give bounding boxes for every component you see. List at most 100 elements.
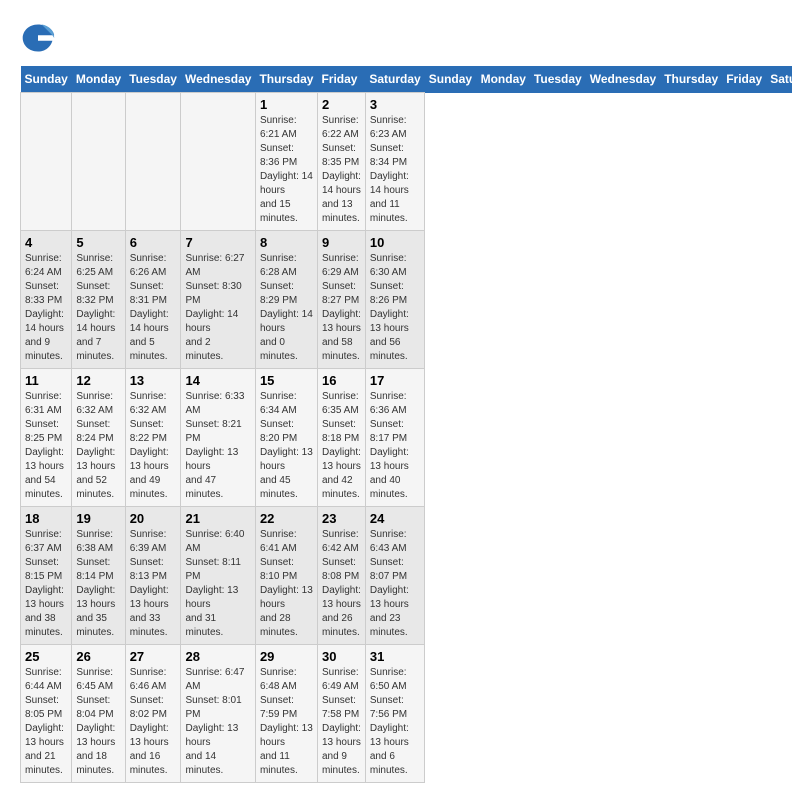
day-info: Sunrise: 6:32 AM Sunset: 8:24 PM Dayligh… xyxy=(76,390,120,502)
day-info: Sunrise: 6:44 AM Sunset: 8:05 PM Dayligh… xyxy=(25,666,67,778)
calendar-table: SundayMondayTuesdayWednesdayThursdayFrid… xyxy=(20,66,792,783)
day-number: 29 xyxy=(260,649,313,664)
calendar-cell: 31Sunrise: 6:50 AM Sunset: 7:56 PM Dayli… xyxy=(365,645,424,783)
header-sunday: Sunday xyxy=(425,66,477,93)
header xyxy=(20,20,772,56)
day-info: Sunrise: 6:45 AM Sunset: 8:04 PM Dayligh… xyxy=(76,666,120,778)
calendar-header-row: SundayMondayTuesdayWednesdayThursdayFrid… xyxy=(21,66,792,93)
day-info: Sunrise: 6:38 AM Sunset: 8:14 PM Dayligh… xyxy=(76,528,120,640)
day-info: Sunrise: 6:21 AM Sunset: 8:36 PM Dayligh… xyxy=(260,114,313,226)
calendar-cell: 14 Sunrise: 6:33 AM Sunset: 8:21 PM Dayli… xyxy=(181,369,255,507)
calendar-cell: 27 Sunrise: 6:46 AM Sunset: 8:02 PM Dayli… xyxy=(125,645,181,783)
calendar-cell: 24 Sunrise: 6:43 AM Sunset: 8:07 PM Dayli… xyxy=(365,507,424,645)
day-number: 12 xyxy=(76,373,120,388)
calendar-cell: 3Sunrise: 6:23 AM Sunset: 8:34 PM Daylig… xyxy=(365,93,424,231)
calendar-cell: 18 Sunrise: 6:37 AM Sunset: 8:15 PM Dayli… xyxy=(21,507,72,645)
calendar-cell xyxy=(72,93,125,231)
day-number: 20 xyxy=(130,511,177,526)
calendar-cell: 9 Sunrise: 6:29 AM Sunset: 8:27 PM Daylig… xyxy=(317,231,365,369)
day-info: Sunrise: 6:34 AM Sunset: 8:20 PM Dayligh… xyxy=(260,390,313,502)
header-wednesday: Wednesday xyxy=(586,66,660,93)
day-number: 14 xyxy=(185,373,250,388)
day-info: Sunrise: 6:47 AM Sunset: 8:01 PM Dayligh… xyxy=(185,666,250,778)
day-info: Sunrise: 6:48 AM Sunset: 7:59 PM Dayligh… xyxy=(260,666,313,778)
day-number: 13 xyxy=(130,373,177,388)
day-info: Sunrise: 6:35 AM Sunset: 8:18 PM Dayligh… xyxy=(322,390,361,502)
header-wednesday: Wednesday xyxy=(181,66,255,93)
day-info: Sunrise: 6:28 AM Sunset: 8:29 PM Dayligh… xyxy=(260,252,313,364)
day-number: 30 xyxy=(322,649,361,664)
calendar-cell: 30 Sunrise: 6:49 AM Sunset: 7:58 PM Dayli… xyxy=(317,645,365,783)
day-info: Sunrise: 6:25 AM Sunset: 8:32 PM Dayligh… xyxy=(76,252,120,364)
calendar-cell: 23Sunrise: 6:42 AM Sunset: 8:08 PM Dayli… xyxy=(317,507,365,645)
day-info: Sunrise: 6:32 AM Sunset: 8:22 PM Dayligh… xyxy=(130,390,177,502)
header-saturday: Saturday xyxy=(766,66,792,93)
calendar-cell: 19 Sunrise: 6:38 AM Sunset: 8:14 PM Dayli… xyxy=(72,507,125,645)
calendar-week-row: 4 Sunrise: 6:24 AM Sunset: 8:33 PM Daylig… xyxy=(21,231,792,369)
day-number: 5 xyxy=(76,235,120,250)
day-number: 26 xyxy=(76,649,120,664)
calendar-cell: 20 Sunrise: 6:39 AM Sunset: 8:13 PM Dayli… xyxy=(125,507,181,645)
logo-icon xyxy=(20,20,56,56)
day-number: 24 xyxy=(370,511,420,526)
day-info: Sunrise: 6:46 AM Sunset: 8:02 PM Dayligh… xyxy=(130,666,177,778)
day-number: 11 xyxy=(25,373,67,388)
header-tuesday: Tuesday xyxy=(125,66,181,93)
day-number: 10 xyxy=(370,235,420,250)
calendar-week-row: 18 Sunrise: 6:37 AM Sunset: 8:15 PM Dayli… xyxy=(21,507,792,645)
day-number: 19 xyxy=(76,511,120,526)
logo xyxy=(20,20,62,56)
calendar-cell xyxy=(181,93,255,231)
calendar-cell: 7Sunrise: 6:27 AM Sunset: 8:30 PM Daylig… xyxy=(181,231,255,369)
day-info: Sunrise: 6:39 AM Sunset: 8:13 PM Dayligh… xyxy=(130,528,177,640)
day-info: Sunrise: 6:22 AM Sunset: 8:35 PM Dayligh… xyxy=(322,114,361,226)
calendar-cell: 6 Sunrise: 6:26 AM Sunset: 8:31 PM Daylig… xyxy=(125,231,181,369)
day-number: 2 xyxy=(322,97,361,112)
day-info: Sunrise: 6:30 AM Sunset: 8:26 PM Dayligh… xyxy=(370,252,420,364)
day-number: 28 xyxy=(185,649,250,664)
day-info: Sunrise: 6:33 AM Sunset: 8:21 PM Dayligh… xyxy=(185,390,250,502)
day-number: 25 xyxy=(25,649,67,664)
calendar-cell: 13 Sunrise: 6:32 AM Sunset: 8:22 PM Dayli… xyxy=(125,369,181,507)
day-number: 18 xyxy=(25,511,67,526)
day-number: 8 xyxy=(260,235,313,250)
day-number: 9 xyxy=(322,235,361,250)
calendar-cell: 12 Sunrise: 6:32 AM Sunset: 8:24 PM Dayli… xyxy=(72,369,125,507)
day-info: Sunrise: 6:49 AM Sunset: 7:58 PM Dayligh… xyxy=(322,666,361,778)
calendar-cell: 21Sunrise: 6:40 AM Sunset: 8:11 PM Dayli… xyxy=(181,507,255,645)
day-info: Sunrise: 6:31 AM Sunset: 8:25 PM Dayligh… xyxy=(25,390,67,502)
day-number: 1 xyxy=(260,97,313,112)
calendar-cell: 15 Sunrise: 6:34 AM Sunset: 8:20 PM Dayli… xyxy=(255,369,317,507)
day-number: 6 xyxy=(130,235,177,250)
calendar-cell: 1 Sunrise: 6:21 AM Sunset: 8:36 PM Daylig… xyxy=(255,93,317,231)
day-number: 16 xyxy=(322,373,361,388)
calendar-cell: 16 Sunrise: 6:35 AM Sunset: 8:18 PM Dayli… xyxy=(317,369,365,507)
day-number: 3 xyxy=(370,97,420,112)
day-info: Sunrise: 6:37 AM Sunset: 8:15 PM Dayligh… xyxy=(25,528,67,640)
day-info: Sunrise: 6:43 AM Sunset: 8:07 PM Dayligh… xyxy=(370,528,420,640)
header-thursday: Thursday xyxy=(660,66,722,93)
calendar-cell: 5 Sunrise: 6:25 AM Sunset: 8:32 PM Daylig… xyxy=(72,231,125,369)
header-friday: Friday xyxy=(722,66,766,93)
day-number: 15 xyxy=(260,373,313,388)
day-number: 17 xyxy=(370,373,420,388)
day-info: Sunrise: 6:50 AM Sunset: 7:56 PM Dayligh… xyxy=(370,666,420,778)
header-monday: Monday xyxy=(477,66,530,93)
day-number: 27 xyxy=(130,649,177,664)
calendar-cell: 10 Sunrise: 6:30 AM Sunset: 8:26 PM Dayli… xyxy=(365,231,424,369)
header-sunday: Sunday xyxy=(21,66,72,93)
calendar-cell: 25 Sunrise: 6:44 AM Sunset: 8:05 PM Dayli… xyxy=(21,645,72,783)
calendar-cell: 26 Sunrise: 6:45 AM Sunset: 8:04 PM Dayli… xyxy=(72,645,125,783)
calendar-week-row: 25 Sunrise: 6:44 AM Sunset: 8:05 PM Dayli… xyxy=(21,645,792,783)
header-monday: Monday xyxy=(72,66,125,93)
day-info: Sunrise: 6:29 AM Sunset: 8:27 PM Dayligh… xyxy=(322,252,361,364)
day-number: 21 xyxy=(185,511,250,526)
day-info: Sunrise: 6:27 AM Sunset: 8:30 PM Dayligh… xyxy=(185,252,250,364)
calendar-cell: 28 Sunrise: 6:47 AM Sunset: 8:01 PM Dayli… xyxy=(181,645,255,783)
day-number: 4 xyxy=(25,235,67,250)
calendar-cell: 4 Sunrise: 6:24 AM Sunset: 8:33 PM Daylig… xyxy=(21,231,72,369)
day-info: Sunrise: 6:26 AM Sunset: 8:31 PM Dayligh… xyxy=(130,252,177,364)
calendar-cell: 29 Sunrise: 6:48 AM Sunset: 7:59 PM Dayli… xyxy=(255,645,317,783)
day-number: 23 xyxy=(322,511,361,526)
day-info: Sunrise: 6:24 AM Sunset: 8:33 PM Dayligh… xyxy=(25,252,67,364)
